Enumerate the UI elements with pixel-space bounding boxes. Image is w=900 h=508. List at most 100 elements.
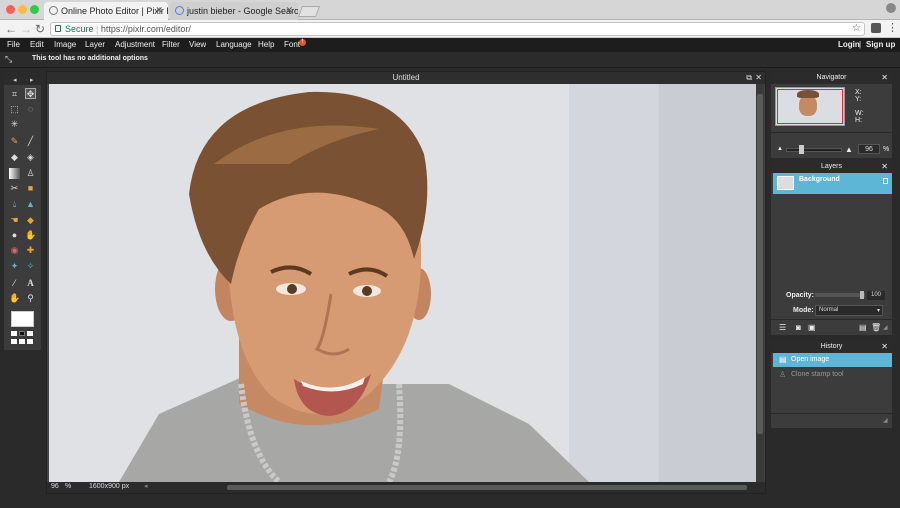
- sharpen-tool-icon[interactable]: ▲: [25, 199, 36, 210]
- restore-window-icon[interactable]: ⧉: [746, 72, 752, 84]
- zoom-in-icon[interactable]: ▲: [845, 145, 853, 154]
- photo-canvas[interactable]: [49, 84, 756, 482]
- menu-font[interactable]: Font: [284, 40, 300, 49]
- default-colors-icon[interactable]: [19, 331, 25, 336]
- move-tool-icon[interactable]: ✥: [25, 88, 36, 99]
- bloat-tool-icon[interactable]: ✦: [9, 261, 20, 272]
- navigator-zoom-input[interactable]: 96: [858, 144, 880, 154]
- dodge-tool-icon[interactable]: ●: [9, 230, 20, 241]
- profile-icon[interactable]: [886, 3, 896, 13]
- close-layers-icon[interactable]: ✕: [881, 161, 888, 173]
- canvas-vertical-scrollbar[interactable]: [756, 84, 764, 482]
- chrome-menu-icon[interactable]: ⋮: [887, 21, 898, 34]
- stamp-tool-icon[interactable]: ♙: [25, 168, 36, 179]
- burn-tool-icon[interactable]: ✋: [25, 230, 36, 241]
- swap-colors-icon[interactable]: [11, 331, 17, 336]
- signup-link[interactable]: Sign up: [866, 40, 895, 49]
- close-history-icon[interactable]: ✕: [881, 341, 888, 353]
- menu-filter[interactable]: Filter: [162, 40, 180, 49]
- bookmark-star-icon[interactable]: ☆: [852, 23, 861, 34]
- vertical-scroll-thumb[interactable]: [757, 94, 763, 434]
- horizontal-scroll-thumb[interactable]: [227, 485, 747, 490]
- pencil-tool-icon[interactable]: ✎: [9, 136, 20, 147]
- close-navigator-icon[interactable]: ✕: [881, 72, 888, 84]
- back-arrow-icon[interactable]: ←: [5, 22, 17, 36]
- close-tab-icon[interactable]: ✕: [155, 5, 163, 16]
- blur-tool-icon[interactable]: 💧︎: [9, 199, 20, 210]
- menu-adjustment[interactable]: Adjustment: [115, 40, 155, 49]
- mask-mode-icon[interactable]: [11, 339, 17, 344]
- layer-settings-icon[interactable]: ☰: [779, 323, 786, 332]
- quick-mask-icon[interactable]: [19, 339, 25, 344]
- history-item[interactable]: ♙ Clone stamp tool: [773, 368, 892, 382]
- zoom-slider-handle[interactable]: [799, 145, 804, 154]
- reload-icon[interactable]: ↻: [35, 22, 45, 36]
- extension-icon[interactable]: [871, 23, 881, 33]
- gradient-tool-icon[interactable]: [9, 168, 20, 179]
- history-item[interactable]: ▤ Open image: [773, 353, 892, 367]
- history-resize-icon[interactable]: ◢: [883, 417, 888, 424]
- pinch-tool-icon[interactable]: ✧: [25, 261, 36, 272]
- opacity-slider[interactable]: [815, 293, 865, 297]
- drawing-tool-icon[interactable]: ■: [25, 183, 36, 194]
- menu-layer[interactable]: Layer: [85, 40, 105, 49]
- minimize-window-dot[interactable]: [18, 5, 27, 14]
- nav-x-label: X:: [855, 89, 862, 96]
- hand-tool-icon[interactable]: ✋: [9, 293, 20, 304]
- layers-title-bar: Layers ✕: [771, 161, 892, 173]
- sponge-tool-icon[interactable]: ◆: [25, 215, 36, 226]
- navigator-thumbnail[interactable]: [775, 87, 845, 126]
- eraser-tool-icon[interactable]: ◆: [9, 152, 20, 163]
- new-layer-icon[interactable]: ▤: [859, 323, 867, 332]
- url-field[interactable]: Secure | https://pixlr.com/editor/ ☆: [50, 22, 865, 36]
- toolbox-collapse-left-icon[interactable]: ◂: [13, 76, 17, 84]
- screen-mode-icon[interactable]: [27, 339, 33, 344]
- crop-tool-icon[interactable]: ⌗: [9, 89, 20, 100]
- new-tab-button[interactable]: [297, 6, 321, 17]
- layer-lock-icon[interactable]: [883, 178, 888, 184]
- marquee-tool-icon[interactable]: ⬚: [9, 104, 20, 115]
- smudge-tool-icon[interactable]: ☚: [9, 215, 20, 226]
- color-picker-tool-icon[interactable]: ⁄: [9, 278, 20, 289]
- browser-tab-pixlr[interactable]: Online Photo Editor | Pixlr Edit ✕: [44, 2, 168, 20]
- menu-image[interactable]: Image: [54, 40, 76, 49]
- scroll-left-icon[interactable]: ◂: [144, 482, 148, 490]
- forward-arrow-icon[interactable]: →: [20, 22, 32, 36]
- menu-view[interactable]: View: [189, 40, 206, 49]
- toolbox-collapse-right-icon[interactable]: ▸: [30, 76, 34, 84]
- menu-help[interactable]: Help: [258, 40, 274, 49]
- close-document-icon[interactable]: ✕: [755, 72, 762, 84]
- color-replace-tool-icon[interactable]: ✂: [9, 183, 20, 194]
- wand-tool-icon[interactable]: ✳: [9, 119, 20, 130]
- spot-heal-tool-icon[interactable]: ✚: [25, 245, 36, 256]
- close-tab-icon[interactable]: ✕: [285, 5, 293, 16]
- lasso-tool-icon[interactable]: ◌: [25, 104, 36, 115]
- menu-file[interactable]: File: [7, 40, 20, 49]
- stamp-icon: ♙: [779, 370, 787, 379]
- layer-mask-icon[interactable]: ◙: [796, 323, 801, 332]
- primary-color-swatch[interactable]: [11, 311, 34, 327]
- zoom-window-dot[interactable]: [30, 5, 39, 14]
- zoom-value[interactable]: 96: [51, 483, 59, 490]
- opacity-input[interactable]: 100: [867, 291, 885, 300]
- menu-edit[interactable]: Edit: [30, 40, 44, 49]
- bucket-tool-icon[interactable]: ◈: [25, 152, 36, 163]
- layer-item[interactable]: Background: [773, 173, 892, 194]
- browser-tab-google[interactable]: justin bieber - Google Search ✕: [170, 2, 298, 20]
- navigator-zoom-slider[interactable]: [786, 148, 842, 152]
- blend-mode-select[interactable]: Normal ▾: [815, 305, 883, 316]
- menu-language[interactable]: Language: [216, 40, 252, 49]
- close-window-dot[interactable]: [6, 5, 15, 14]
- color-mode-icon[interactable]: [27, 331, 33, 336]
- brush-tool-icon[interactable]: ╱: [25, 136, 36, 147]
- delete-layer-icon[interactable]: 🗑︎: [871, 323, 881, 332]
- zoom-out-icon[interactable]: ▲: [777, 146, 783, 152]
- tab-title: justin bieber - Google Search: [187, 6, 298, 16]
- opacity-slider-handle[interactable]: [860, 291, 864, 299]
- login-link[interactable]: Login: [838, 40, 860, 49]
- red-eye-tool-icon[interactable]: ◉: [9, 245, 20, 256]
- layers-resize-icon[interactable]: ◢: [883, 324, 888, 331]
- type-tool-icon[interactable]: A: [25, 278, 36, 289]
- zoom-tool-icon[interactable]: ⚲: [25, 293, 36, 304]
- layer-styles-icon[interactable]: ▣: [808, 323, 816, 332]
